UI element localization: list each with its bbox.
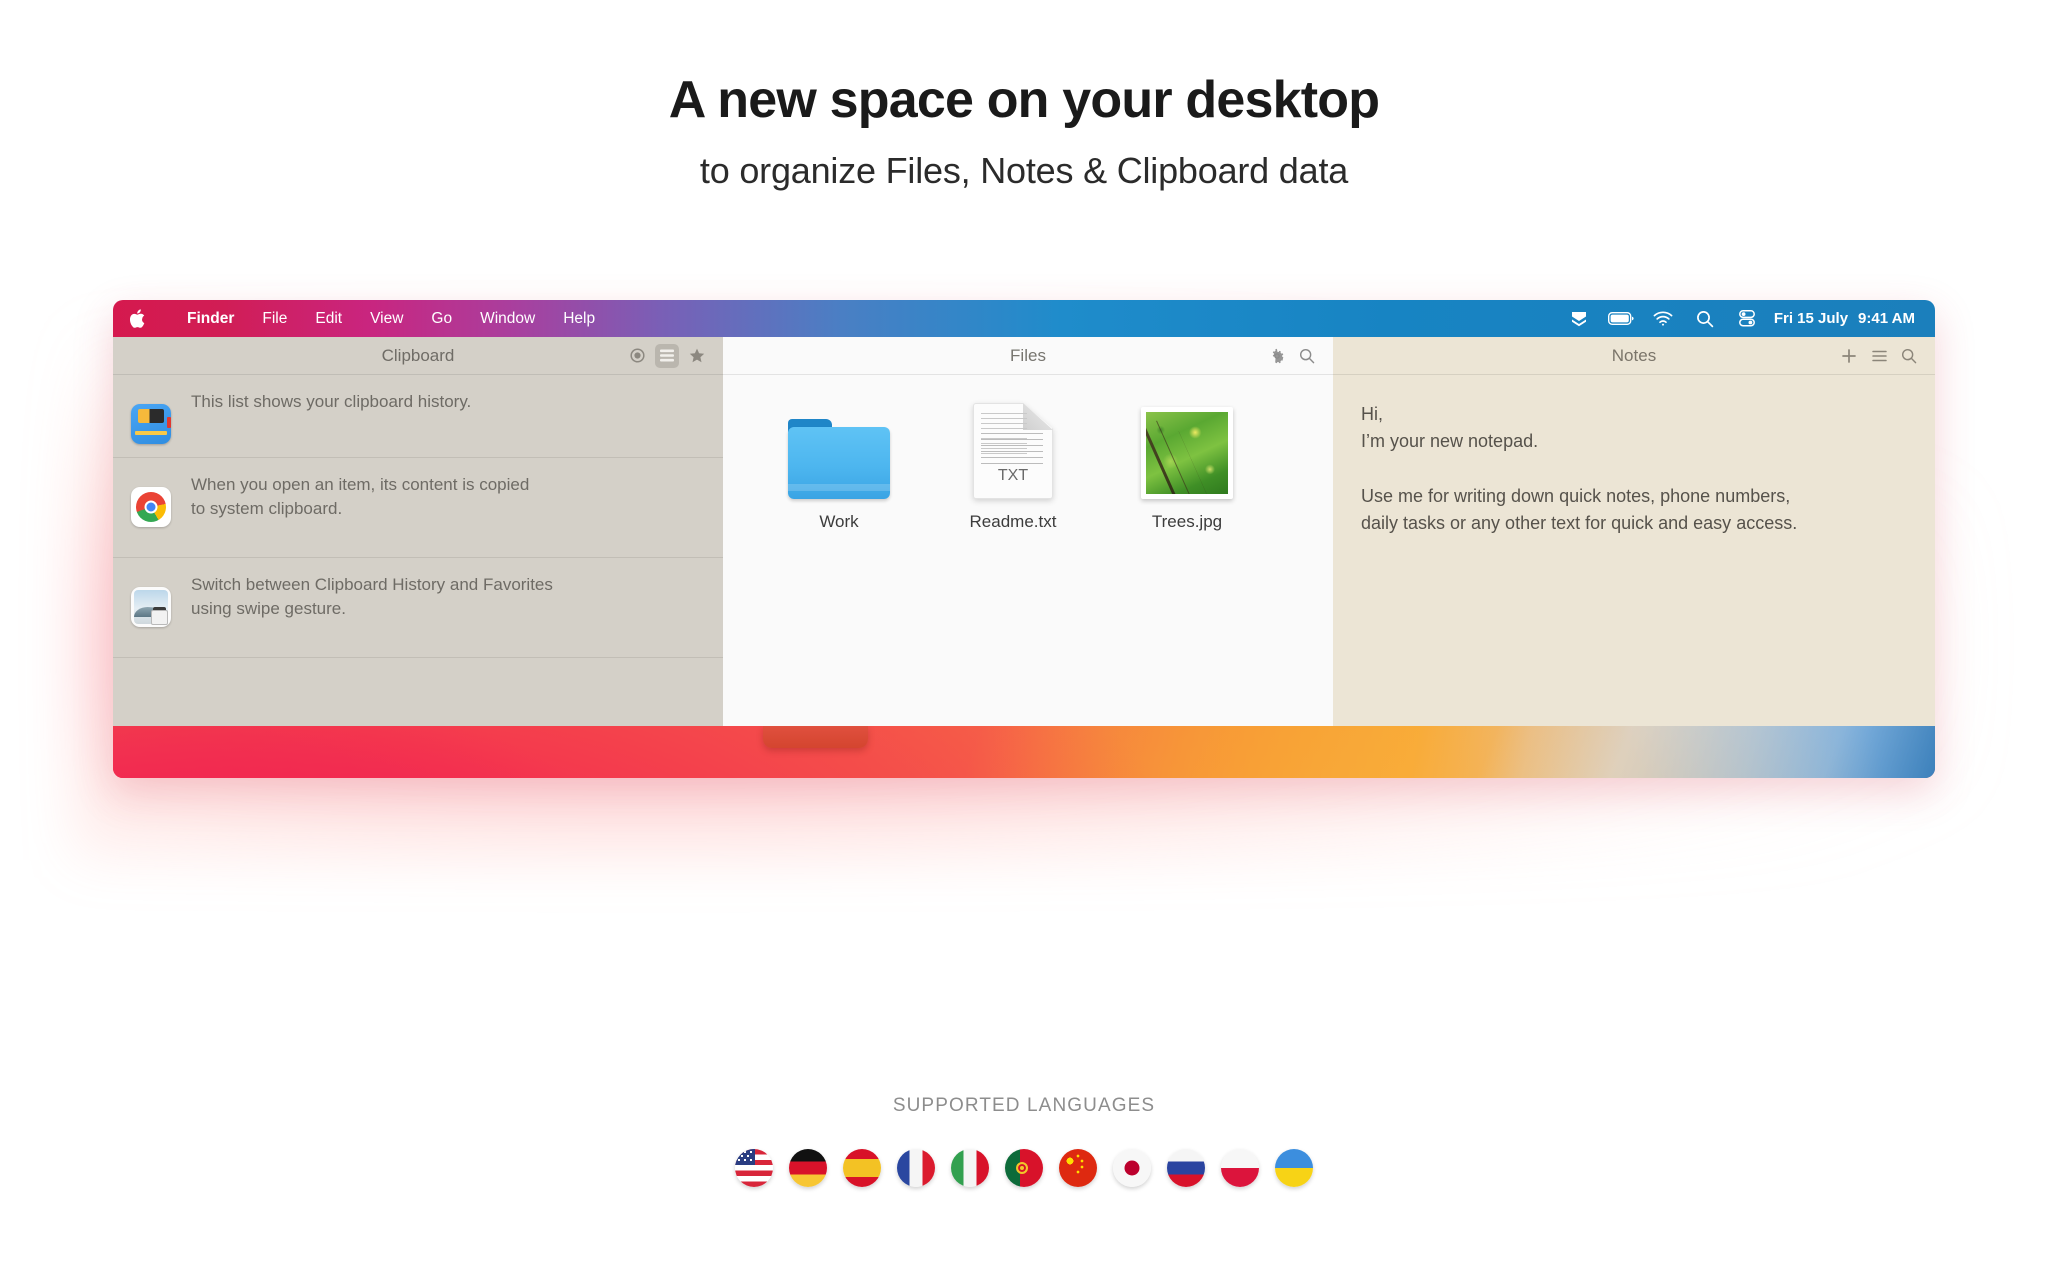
apple-logo-icon[interactable] xyxy=(129,309,151,328)
search-icon[interactable] xyxy=(1684,310,1726,328)
notes-panel-tools xyxy=(1837,344,1935,368)
list-icon[interactable] xyxy=(655,343,679,368)
list-icon[interactable] xyxy=(1867,344,1891,368)
flag-germany xyxy=(789,1149,827,1187)
files-panel: Files Work TXT Readme.txt Trees.jpg xyxy=(723,337,1333,726)
clipboard-panel-header: Clipboard xyxy=(113,337,723,375)
clipboard-item-text: Switch between Clipboard History and Fav… xyxy=(191,575,553,619)
paste-app-icon xyxy=(131,404,171,444)
desktop-wallpaper xyxy=(113,726,1935,778)
search-icon[interactable] xyxy=(1295,344,1319,368)
flag-ukraine xyxy=(1275,1149,1313,1187)
plus-icon[interactable] xyxy=(1837,344,1861,368)
folder-icon xyxy=(769,403,909,499)
dropbox-icon[interactable] xyxy=(1558,311,1600,327)
flag-spain xyxy=(843,1149,881,1187)
clipboard-item-text: This list shows your clipboard history. xyxy=(191,392,472,411)
supported-languages-title: SUPPORTED LANGUAGES xyxy=(892,1095,1156,1116)
menu-bar-date: Fri 15 July xyxy=(1773,310,1849,327)
flag-list xyxy=(0,1149,2048,1187)
menu-item-edit[interactable]: Edit xyxy=(301,310,356,328)
record-icon[interactable] xyxy=(625,344,649,368)
battery-icon[interactable] xyxy=(1600,312,1642,325)
image-thumbnail-icon xyxy=(1117,403,1257,499)
menu-bar-status-area: Fri 15 July 9:41 AM xyxy=(1558,310,1935,328)
star-icon[interactable] xyxy=(685,344,709,368)
flag-poland xyxy=(1221,1149,1259,1187)
menu-bar-clock[interactable]: Fri 15 July 9:41 AM xyxy=(1768,310,1915,327)
panels-row: Clipboard This list shows your clipboard… xyxy=(113,337,1935,726)
menu-item-view[interactable]: View xyxy=(356,310,417,328)
preview-app-icon xyxy=(131,587,171,627)
flag-france xyxy=(897,1149,935,1187)
menu-bar-time: 9:41 AM xyxy=(1858,310,1915,327)
flag-united-states xyxy=(735,1149,773,1187)
text-document-icon: TXT xyxy=(943,403,1083,499)
notes-panel-header: Notes xyxy=(1333,337,1935,375)
files-grid: Work TXT Readme.txt Trees.jpg xyxy=(723,375,1333,532)
supported-languages-section: SUPPORTED LANGUAGES xyxy=(0,1095,2048,1187)
menu-item-file[interactable]: File xyxy=(248,310,301,328)
list-item[interactable]: Switch between Clipboard History and Fav… xyxy=(113,558,723,658)
clipboard-item-text: When you open an item, its content is co… xyxy=(191,475,530,519)
flag-portugal xyxy=(1005,1149,1043,1187)
page-title: A new space on your desktop xyxy=(668,71,1380,129)
flag-japan xyxy=(1113,1149,1151,1187)
menu-bar-left: Finder File Edit View Go Window Help xyxy=(113,309,609,328)
panel-pull-handle[interactable] xyxy=(763,726,868,748)
files-panel-header: Files xyxy=(723,337,1333,375)
menu-item-finder[interactable]: Finder xyxy=(173,310,248,328)
desktop-screenshot: Finder File Edit View Go Window Help Fri… xyxy=(73,300,1975,860)
wifi-icon[interactable] xyxy=(1642,311,1684,326)
files-panel-title: Files xyxy=(1010,345,1046,365)
flag-china xyxy=(1059,1149,1097,1187)
mac-window: Finder File Edit View Go Window Help Fri… xyxy=(113,300,1935,778)
clipboard-list: This list shows your clipboard history. … xyxy=(113,375,723,734)
menu-item-window[interactable]: Window xyxy=(466,310,549,328)
files-panel-tools xyxy=(1265,344,1333,368)
list-item[interactable]: When you open an item, its content is co… xyxy=(113,458,723,558)
chrome-icon xyxy=(131,487,171,527)
wallpaper-blue-curve xyxy=(113,726,1935,778)
notes-text-area[interactable]: Hi, I’m your new notepad. Use me for wri… xyxy=(1333,375,1935,564)
clipboard-panel-tools xyxy=(625,343,723,368)
file-label: Trees.jpg xyxy=(1151,512,1223,531)
clipboard-empty-area xyxy=(113,658,723,734)
page-subtitle: to organize Files, Notes & Clipboard dat… xyxy=(699,150,1349,192)
flag-italy xyxy=(951,1149,989,1187)
notes-panel: Notes Hi, I’m your new notepad. Use me f… xyxy=(1333,337,1935,726)
file-item-work[interactable]: Work xyxy=(769,403,909,532)
gear-icon[interactable] xyxy=(1265,344,1289,368)
search-icon[interactable] xyxy=(1897,344,1921,368)
menu-bar: Finder File Edit View Go Window Help Fri… xyxy=(113,300,1935,337)
clipboard-panel: Clipboard This list shows your clipboard… xyxy=(113,337,723,726)
file-item-readme[interactable]: TXT Readme.txt xyxy=(943,403,1083,532)
file-extension-label: TXT xyxy=(997,467,1029,484)
menu-item-help[interactable]: Help xyxy=(549,310,609,328)
control-center-icon[interactable] xyxy=(1726,310,1768,327)
menu-item-go[interactable]: Go xyxy=(417,310,466,328)
file-item-trees[interactable]: Trees.jpg xyxy=(1117,403,1257,532)
list-item[interactable]: This list shows your clipboard history. xyxy=(113,375,723,458)
flag-russia xyxy=(1167,1149,1205,1187)
file-label: Work xyxy=(819,512,859,531)
hero-section: A new space on your desktop to organize … xyxy=(0,0,2048,192)
file-label: Readme.txt xyxy=(969,512,1057,531)
